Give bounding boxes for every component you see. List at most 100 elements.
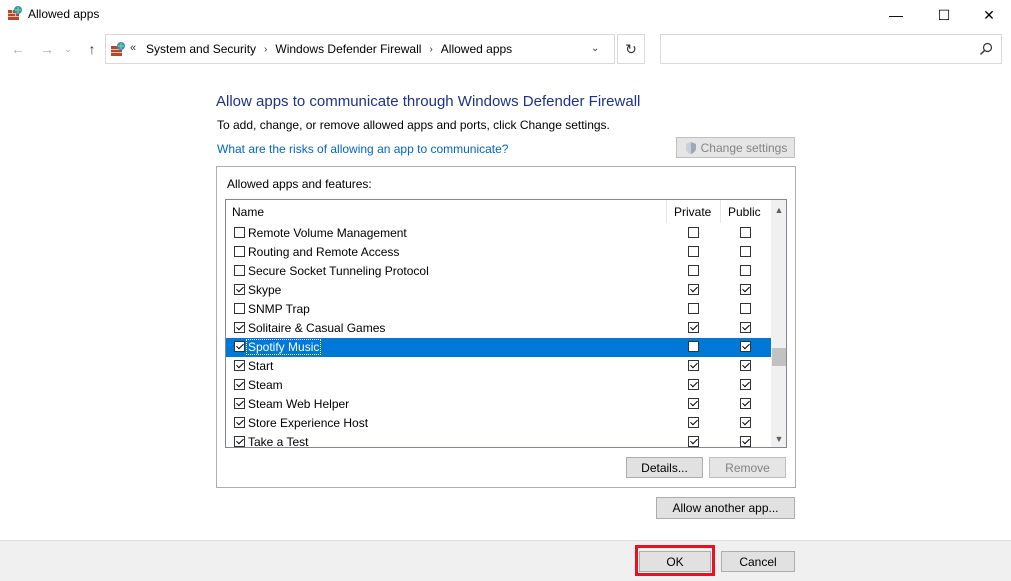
maximize-button[interactable]: ☐ [921, 0, 967, 30]
breadcrumb-overflow-icon[interactable]: « [130, 42, 136, 54]
app-row[interactable]: Steam [226, 376, 771, 395]
private-checkbox[interactable] [688, 398, 699, 409]
column-name[interactable]: Name [232, 205, 264, 219]
change-settings-button[interactable]: Change settings [676, 137, 795, 158]
app-row[interactable]: Take a Test [226, 433, 771, 447]
public-checkbox[interactable] [740, 379, 751, 390]
private-checkbox[interactable] [688, 303, 699, 314]
checkbox-icon [234, 246, 245, 257]
checkbox-icon [740, 227, 751, 238]
app-enabled-checkbox[interactable] [234, 303, 245, 314]
app-enabled-checkbox[interactable] [234, 341, 245, 352]
app-row[interactable]: SNMP Trap [226, 300, 771, 319]
checkbox-icon [688, 436, 699, 447]
search-icon [980, 42, 993, 55]
private-checkbox[interactable] [688, 436, 699, 447]
instruction-text: To add, change, or remove allowed apps a… [217, 118, 610, 132]
risks-link[interactable]: What are the risks of allowing an app to… [217, 142, 508, 156]
private-checkbox[interactable] [688, 341, 699, 352]
checkbox-icon [688, 398, 699, 409]
address-bar[interactable]: « System and Security › Windows Defender… [105, 34, 615, 64]
scroll-down-icon[interactable]: ▼ [771, 431, 786, 447]
public-checkbox[interactable] [740, 265, 751, 276]
public-checkbox[interactable] [740, 246, 751, 257]
checkbox-icon [234, 227, 245, 238]
refresh-button[interactable]: ↻ [617, 34, 645, 64]
public-checkbox[interactable] [740, 227, 751, 238]
checkbox-icon [234, 303, 245, 314]
cancel-button[interactable]: Cancel [721, 551, 795, 572]
app-row[interactable]: Routing and Remote Access [226, 243, 771, 262]
chevron-down-icon: ⌄ [64, 43, 72, 54]
allow-another-app-button[interactable]: Allow another app... [656, 497, 795, 519]
app-row[interactable]: Secure Socket Tunneling Protocol [226, 262, 771, 281]
app-row[interactable]: Solitaire & Casual Games [226, 319, 771, 338]
up-button[interactable]: ↑ [83, 40, 101, 58]
private-checkbox[interactable] [688, 227, 699, 238]
checkbox-icon [234, 398, 245, 409]
public-checkbox[interactable] [740, 398, 751, 409]
public-checkbox[interactable] [740, 417, 751, 428]
app-enabled-checkbox[interactable] [234, 227, 245, 238]
vertical-scrollbar[interactable]: ▲ ▼ [771, 200, 786, 447]
search-input[interactable] [660, 34, 1002, 64]
private-checkbox[interactable] [688, 265, 699, 276]
private-checkbox[interactable] [688, 379, 699, 390]
app-row[interactable]: Spotify Music [226, 338, 771, 357]
column-private[interactable]: Private [674, 205, 711, 219]
back-button[interactable]: ← [9, 40, 27, 58]
app-row[interactable]: Remote Volume Management [226, 224, 771, 243]
app-enabled-checkbox[interactable] [234, 436, 245, 447]
scroll-thumb[interactable] [772, 348, 786, 366]
app-row[interactable]: Store Experience Host [226, 414, 771, 433]
close-button[interactable]: ✕ [966, 0, 1011, 30]
address-dropdown-icon[interactable]: ⌄ [591, 43, 599, 54]
breadcrumb: System and Security › Windows Defender F… [146, 42, 512, 56]
arrow-right-icon: → [40, 41, 54, 57]
breadcrumb-item-system-and-security[interactable]: System and Security [146, 42, 256, 56]
checkbox-icon [740, 284, 751, 295]
breadcrumb-separator-icon[interactable]: › [429, 44, 432, 55]
app-enabled-checkbox[interactable] [234, 379, 245, 390]
app-row[interactable]: Start [226, 357, 771, 376]
public-checkbox[interactable] [740, 322, 751, 333]
public-checkbox[interactable] [740, 303, 751, 314]
checkbox-icon [688, 284, 699, 295]
column-public[interactable]: Public [728, 205, 761, 219]
details-button[interactable]: Details... [626, 457, 703, 478]
app-row[interactable]: Skype [226, 281, 771, 300]
minimize-button[interactable]: — [873, 0, 919, 30]
remove-button[interactable]: Remove [709, 457, 786, 478]
app-enabled-checkbox[interactable] [234, 417, 245, 428]
app-row[interactable]: Steam Web Helper [226, 395, 771, 414]
checkbox-icon [688, 341, 699, 352]
allowed-apps-list[interactable]: Name Private Public Remote Volume Manage… [225, 199, 787, 448]
breadcrumb-separator-icon[interactable]: › [264, 44, 267, 55]
public-checkbox[interactable] [740, 436, 751, 447]
private-checkbox[interactable] [688, 246, 699, 257]
recent-locations-button[interactable]: ⌄ [62, 40, 74, 58]
app-name: Secure Socket Tunneling Protocol [248, 264, 429, 278]
forward-button[interactable]: → [38, 40, 56, 58]
public-checkbox[interactable] [740, 341, 751, 352]
app-enabled-checkbox[interactable] [234, 322, 245, 333]
app-enabled-checkbox[interactable] [234, 284, 245, 295]
private-checkbox[interactable] [688, 322, 699, 333]
public-checkbox[interactable] [740, 360, 751, 371]
breadcrumb-item-allowed-apps[interactable]: Allowed apps [441, 42, 512, 56]
checkbox-icon [740, 246, 751, 257]
public-checkbox[interactable] [740, 284, 751, 295]
scroll-up-icon[interactable]: ▲ [771, 202, 786, 218]
app-enabled-checkbox[interactable] [234, 246, 245, 257]
private-checkbox[interactable] [688, 417, 699, 428]
checkbox-icon [234, 417, 245, 428]
app-enabled-checkbox[interactable] [234, 265, 245, 276]
app-name: Skype [248, 283, 282, 297]
app-enabled-checkbox[interactable] [234, 360, 245, 371]
app-enabled-checkbox[interactable] [234, 398, 245, 409]
breadcrumb-item-windows-defender-firewall[interactable]: Windows Defender Firewall [275, 42, 421, 56]
private-checkbox[interactable] [688, 284, 699, 295]
column-divider [720, 200, 721, 223]
private-checkbox[interactable] [688, 360, 699, 371]
checkbox-icon [688, 265, 699, 276]
